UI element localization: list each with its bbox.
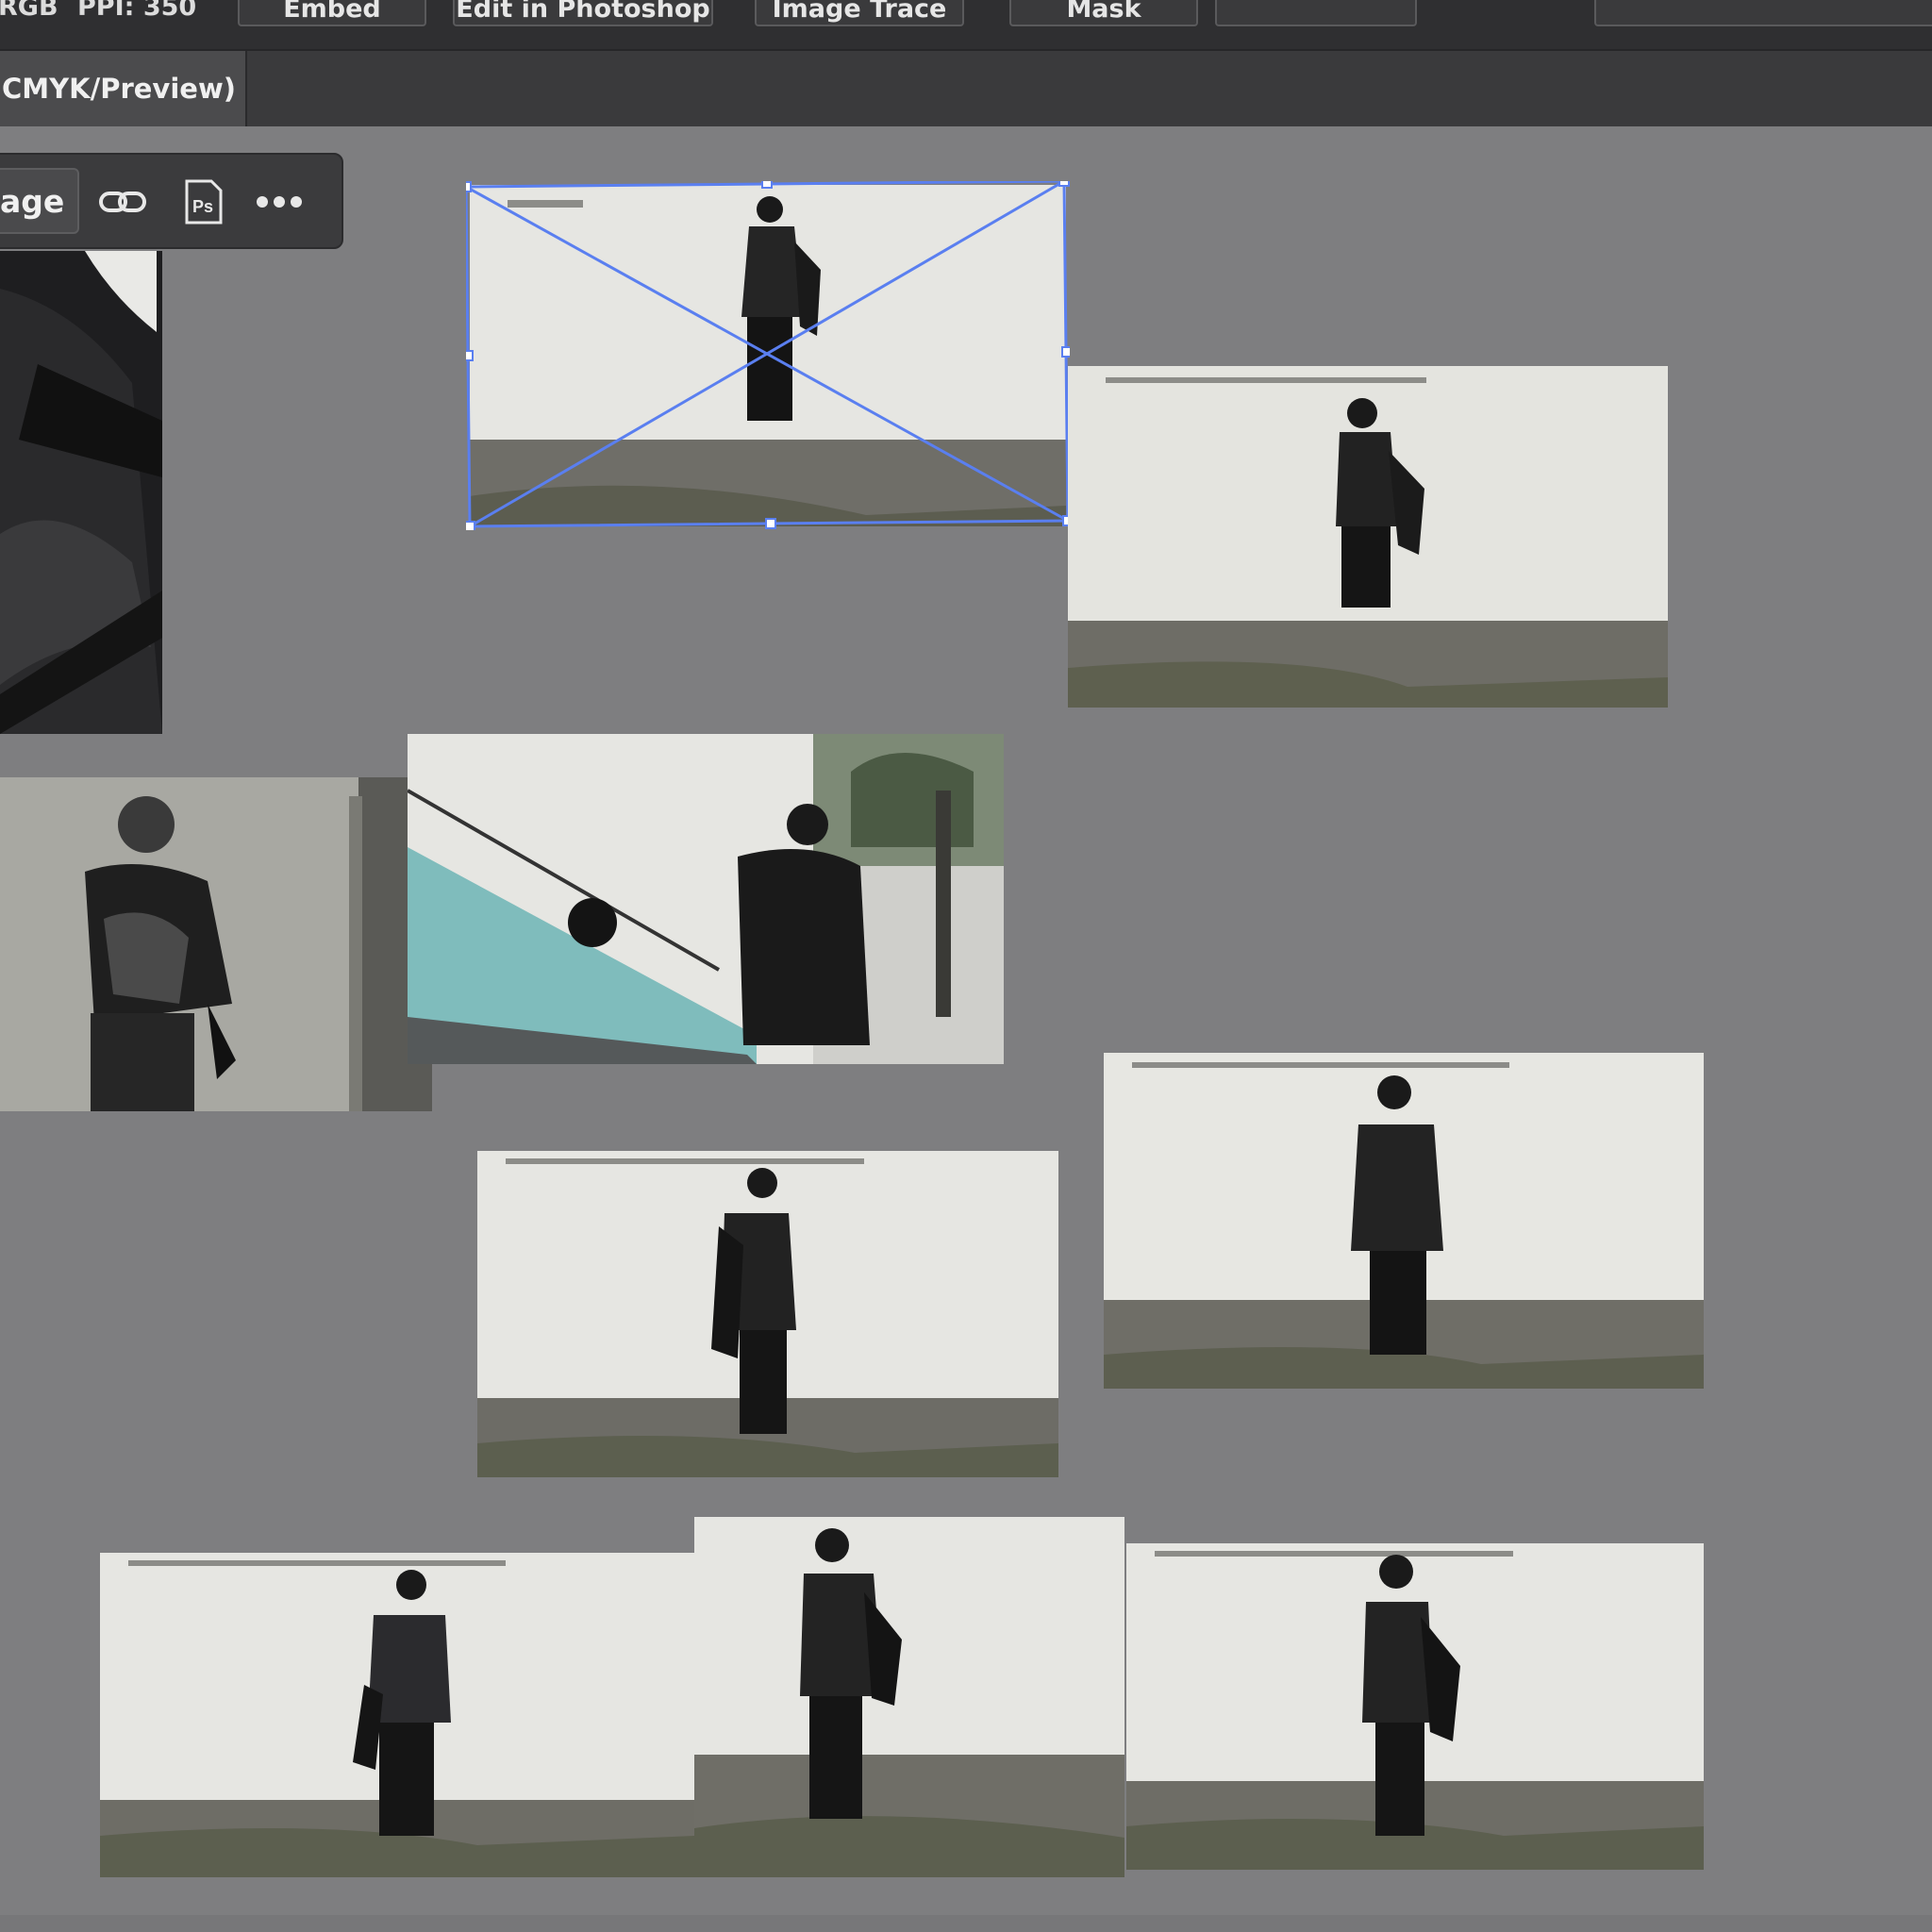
canvas-bottom-edge (0, 1915, 1932, 1932)
image-trace-button[interactable]: Image Trace (755, 0, 964, 26)
document-tab[interactable]: CMYK/Preview) (0, 51, 247, 126)
contextual-task-bar: age Ps (0, 153, 343, 249)
photo-walking-back-right[interactable] (1068, 366, 1668, 708)
link-icon[interactable] (96, 175, 149, 228)
photo-standing-back-center[interactable] (1104, 1053, 1704, 1389)
photo-standing-side-front[interactable] (100, 1553, 694, 1877)
control-bar: RGB PPI: 350 Embed Edit in Photoshop Ima… (0, 0, 1932, 51)
embed-button[interactable]: Embed (238, 0, 426, 26)
color-mode-label: RGB (0, 0, 58, 22)
crop-image-button[interactable] (1215, 0, 1417, 26)
photo-stairway-two-people[interactable] (408, 734, 1004, 1064)
document-tab-title: CMYK/Preview) (2, 73, 236, 105)
more-icon[interactable] (253, 175, 306, 228)
photoshop-glyph: Ps (192, 197, 213, 216)
photo-leaning-wall-beanie[interactable] (0, 777, 432, 1111)
edit-in-photoshop-button[interactable]: Edit in Photoshop (453, 0, 713, 26)
image-button-label: age (0, 182, 65, 220)
document-tab-bar: CMYK/Preview) (0, 51, 1932, 126)
photo-jacket-closeup[interactable] (0, 251, 162, 734)
photo-standing-back-jacket[interactable] (1126, 1543, 1704, 1870)
photo-standing-back-turned[interactable] (694, 1517, 1124, 1877)
photo-standing-back-left[interactable] (477, 1151, 1058, 1477)
more-control-button[interactable] (1594, 0, 1932, 26)
mask-button[interactable]: Mask (1009, 0, 1198, 26)
photoshop-icon[interactable]: Ps (177, 175, 230, 228)
selection-bounding-box[interactable] (466, 181, 1070, 530)
ppi-label: PPI: 350 (77, 0, 197, 22)
image-button[interactable]: age (0, 168, 79, 234)
